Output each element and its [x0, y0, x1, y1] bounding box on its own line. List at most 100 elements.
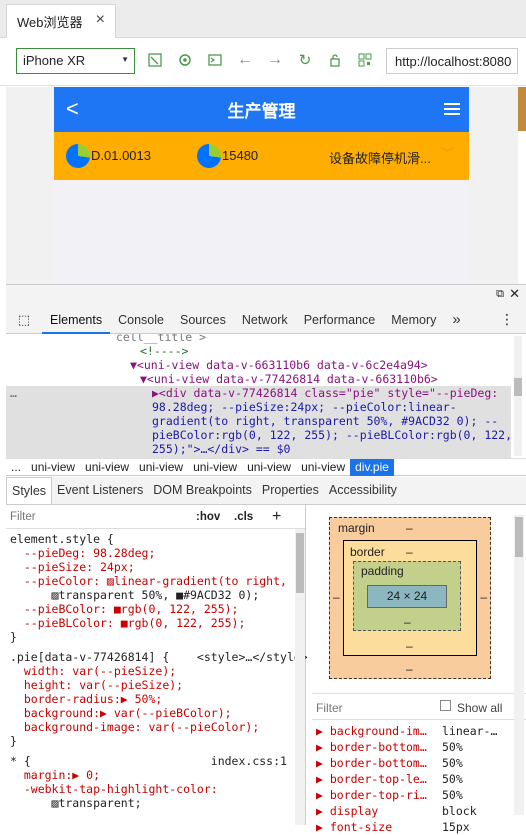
computed-row[interactable]: ▶ background-im… linear-… [312, 723, 526, 739]
close-icon[interactable]: ✕ [509, 286, 520, 302]
tree-line[interactable]: cell__title > [116, 334, 206, 344]
tree-line[interactable]: <!----> [140, 344, 188, 358]
tab-event-listeners[interactable]: Event Listeners [52, 477, 148, 504]
undock-icon[interactable]: ⧉ [496, 288, 504, 301]
tree-line-selected: gradient(to right, transparent 50%, #9AC… [152, 414, 499, 428]
style-rule-line[interactable]: -webkit-tap-highlight-color: [10, 782, 301, 796]
show-all-checkbox[interactable] [440, 700, 451, 711]
pie-icon [197, 144, 221, 168]
computed-row[interactable]: ▶ border-bottom… 50% [312, 755, 526, 771]
margin-label: margin [338, 521, 375, 535]
box-model-border[interactable]: border – – padding – 24 × 24 [343, 540, 477, 656]
styles-scrollbar[interactable] [295, 529, 305, 825]
browser-tab[interactable]: Web浏览器 × [6, 4, 116, 38]
qrcode-icon[interactable] [356, 51, 374, 69]
style-rule-line[interactable]: border-radius:▶ 50%; [10, 692, 301, 706]
tab-properties[interactable]: Properties [257, 477, 324, 504]
computed-row[interactable]: ▶ border-top-ri… 50% [312, 787, 526, 803]
style-rule-line[interactable]: } [10, 734, 301, 748]
tree-line-selected: pieBColor:rgb(0, 122, 255); --pieBLColor… [152, 428, 513, 442]
breadcrumb-item[interactable]: uni-view [26, 460, 80, 474]
style-rule-line[interactable]: ▨transparent; [10, 796, 301, 810]
computed-prop: ▶ display [316, 804, 379, 818]
computed-row[interactable]: ▶ font-size 15px [312, 819, 526, 835]
box-model-padding[interactable]: padding – 24 × 24 [353, 561, 461, 631]
style-rule-line[interactable]: --pieDeg: 98.28deg; [10, 546, 301, 560]
hov-button[interactable]: :hov [196, 510, 220, 524]
cls-button[interactable]: .cls [234, 510, 253, 524]
style-rule-line[interactable]: margin:▶ 0; [10, 768, 301, 782]
tree-line[interactable]: ▼<uni-view data-v-663110b6 data-v-6c2e4a… [130, 358, 428, 372]
computed-prop: ▶ background-im… [316, 724, 427, 738]
more-tabs-icon[interactable]: » [444, 306, 468, 334]
padding-label: padding [361, 564, 404, 578]
tab-sources[interactable]: Sources [172, 306, 234, 334]
breadcrumb-item[interactable]: ... [6, 460, 26, 474]
forward-arrow-icon[interactable]: → [266, 51, 284, 69]
breadcrumb-item-active[interactable]: div.pie [350, 458, 394, 476]
style-rule-line[interactable]: background-image: var(--pieColor); [10, 720, 301, 734]
device-select[interactable]: iPhone XR ▼ [16, 48, 135, 74]
tab-memory[interactable]: Memory [383, 306, 444, 334]
gear-icon[interactable] [176, 51, 194, 69]
styles-filter[interactable]: Filter :hov .cls + [6, 505, 305, 529]
breadcrumb-item[interactable]: uni-view [134, 460, 188, 474]
tab-elements[interactable]: Elements [42, 306, 111, 334]
style-rule-line[interactable]: element.style { [10, 532, 301, 546]
rotate-icon[interactable] [146, 51, 164, 69]
filter-input[interactable]: Filter [10, 510, 36, 524]
breadcrumb-item[interactable]: uni-view [188, 460, 242, 474]
close-icon[interactable]: × [96, 11, 105, 29]
back-icon[interactable]: < [66, 96, 79, 122]
kebab-menu-icon[interactable]: ⋮ [500, 311, 514, 328]
style-rule-line[interactable]: background:▶ var(--pieBColor); [10, 706, 301, 720]
style-rule-line[interactable]: --pieSize: 24px; [10, 560, 301, 574]
style-rule-line[interactable]: --pieColor: ▨linear-gradient(to right, [10, 574, 301, 588]
back-arrow-icon[interactable]: ← [236, 51, 254, 69]
add-rule-button[interactable]: + [272, 508, 281, 524]
tree-line[interactable]: ▼<uni-view data-v-77426814 data-v-663110… [140, 372, 438, 386]
style-rule-line[interactable]: --pieBColor: ■rgb(0, 122, 255); [10, 602, 301, 616]
item-code: D.01.0013 [91, 148, 151, 163]
computed-list: ▶ background-im… linear-… ▶ border-bottom…… [312, 723, 526, 835]
lock-icon[interactable] [326, 51, 344, 69]
style-rule-line[interactable]: } [10, 630, 301, 644]
tab-console[interactable]: Console [110, 306, 172, 334]
box-model-margin[interactable]: margin – – – – border – – padding – 24 ×… [329, 517, 491, 679]
info-bar[interactable]: D.01.0013 15480 设备故障停机滑... ﹀ [54, 132, 469, 180]
style-rule-line[interactable]: .pie[data-v-77426814] { <style>…</style> [10, 650, 308, 664]
style-rule-line[interactable]: --pieBLColor: ■rgb(0, 122, 255); [10, 616, 301, 630]
chevron-down-icon[interactable]: ﹀ [440, 144, 454, 164]
tab-network[interactable]: Network [234, 306, 296, 334]
computed-row[interactable]: ▶ border-bottom… 50% [312, 739, 526, 755]
tab-accessibility[interactable]: Accessibility [324, 477, 402, 504]
console-icon[interactable] [206, 51, 224, 69]
tree-ellipsis[interactable]: … [10, 386, 17, 400]
computed-scrollbar[interactable] [514, 515, 524, 815]
computed-row[interactable]: ▶ display block [312, 803, 526, 819]
tab-performance[interactable]: Performance [296, 306, 384, 334]
style-rule-line[interactable]: * { index.css:1 [10, 754, 301, 768]
breadcrumb-item[interactable]: uni-view [80, 460, 134, 474]
computed-prop: ▶ border-bottom… [316, 756, 427, 770]
inspect-icon[interactable]: ⬚ [6, 312, 42, 328]
refresh-icon[interactable]: ↻ [296, 51, 314, 69]
url-input[interactable]: http://localhost:8080 [386, 48, 518, 74]
box-model-content[interactable]: 24 × 24 [367, 585, 447, 608]
device-viewport: < 生产管理 D.01.0013 15480 设备故障停机滑... ﹀ [6, 87, 518, 284]
breadcrumb-item[interactable]: uni-view [242, 460, 296, 474]
item-count: 15480 [222, 148, 259, 163]
tab-dom-breakpoints[interactable]: DOM Breakpoints [148, 477, 257, 504]
margin-value: – [480, 590, 487, 604]
tree-line-selected[interactable]: ▶<div data-v-77426814 class="pie" style=… [152, 386, 498, 400]
computed-row[interactable]: ▶ border-top-le… 50% [312, 771, 526, 787]
tree-scrollbar[interactable] [514, 336, 522, 456]
menu-icon[interactable] [444, 103, 460, 118]
computed-filter[interactable]: Filter [316, 701, 343, 715]
tab-styles[interactable]: Styles [6, 477, 53, 504]
breadcrumb-item[interactable]: uni-view [296, 460, 350, 474]
viewport-scrollbar[interactable] [518, 87, 526, 131]
style-rule-line[interactable]: ▨transparent 50%, ■#9ACD32 0); [10, 588, 301, 602]
style-rule-line[interactable]: height: var(--pieSize); [10, 678, 301, 692]
style-rule-line[interactable]: width: var(--pieSize); [10, 664, 301, 678]
